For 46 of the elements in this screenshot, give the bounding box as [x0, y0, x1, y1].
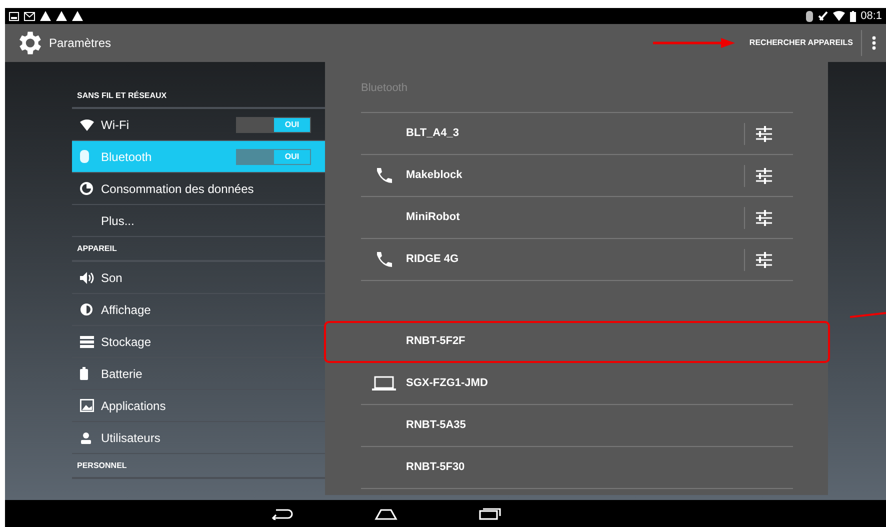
image-icon	[80, 399, 94, 412]
wifi-icon	[832, 11, 845, 21]
annotation-line	[850, 312, 886, 318]
device-name[interactable]: SGX-FZG1-JMD	[406, 375, 793, 392]
recent-apps-icon[interactable]	[478, 508, 500, 520]
back-icon[interactable]	[270, 508, 292, 520]
warning-icon	[56, 11, 67, 21]
settings-sliders-icon[interactable]	[755, 210, 773, 226]
mail-icon	[24, 12, 35, 20]
settings-item[interactable]: Utilisateurs	[72, 422, 325, 454]
laptop-icon	[372, 376, 396, 391]
section-header: SANS FIL ET RÉSEAUX	[77, 90, 167, 102]
search-devices-button[interactable]: RECHERCHER APPAREILS	[749, 30, 862, 56]
settings-item[interactable]: Stockage	[72, 326, 325, 358]
settings-item[interactable]: Applications	[72, 390, 325, 422]
device-name[interactable]: RNBT-5A35	[406, 417, 793, 434]
device-name[interactable]: Makeblock	[406, 167, 744, 184]
section-header: APPAREIL	[77, 242, 117, 254]
speaker-icon	[80, 272, 94, 284]
settings-sliders-icon[interactable]	[755, 252, 773, 268]
settings-item[interactable]: Consommation des données	[72, 173, 325, 205]
battery-icon	[850, 10, 856, 22]
wifi-icon	[80, 118, 94, 130]
device-name[interactable]: RNBT-5F30	[406, 459, 793, 476]
pie-chart-icon	[80, 182, 93, 195]
section-header: PERSONNEL	[77, 460, 127, 472]
person-icon	[80, 432, 92, 444]
overflow-menu-icon[interactable]	[872, 36, 876, 50]
picture-icon	[9, 12, 19, 20]
device-name[interactable]: MiniRobot	[406, 209, 744, 226]
clock-time: 08:1	[860, 10, 882, 22]
storage-icon	[80, 336, 94, 348]
device-name[interactable]: BLT_A4_3	[406, 125, 744, 142]
device-name[interactable]: RNBT-5F2F	[406, 333, 793, 350]
warning-icon	[72, 11, 83, 21]
settings-item[interactable]: Batterie	[72, 358, 325, 390]
device-name[interactable]: RIDGE 4G	[406, 251, 744, 268]
settings-item[interactable]: Son	[72, 262, 325, 294]
warning-icon	[40, 11, 51, 21]
settings-item[interactable]: Affichage	[72, 294, 325, 326]
brightness-icon	[80, 303, 93, 316]
settings-sliders-icon[interactable]	[755, 126, 773, 142]
screen-title: Paramètres	[49, 35, 112, 52]
home-icon[interactable]	[372, 508, 398, 520]
settings-sliders-icon[interactable]	[755, 168, 773, 184]
battery-icon	[80, 367, 88, 380]
